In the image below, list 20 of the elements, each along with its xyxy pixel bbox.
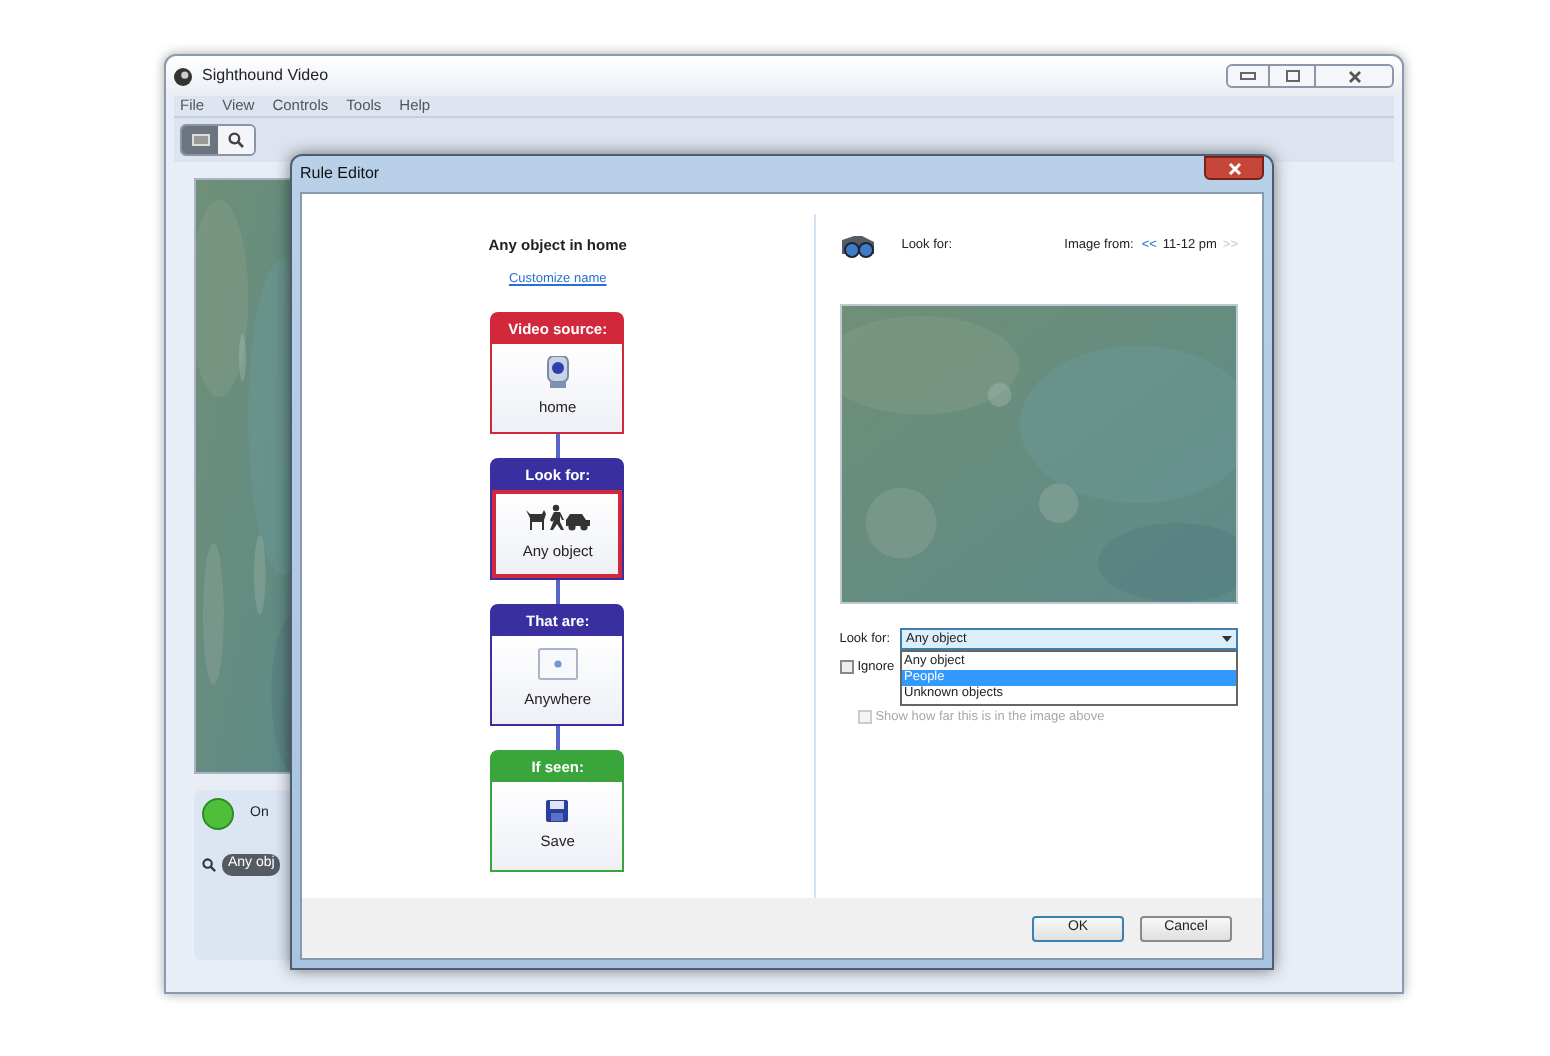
search-button[interactable] <box>218 126 254 154</box>
maximize-button[interactable] <box>1270 64 1314 88</box>
window-title: Sighthound Video <box>202 64 329 88</box>
monitor-icon <box>191 134 209 146</box>
ignore-checkbox[interactable] <box>839 660 854 675</box>
binoculars-icon <box>839 234 876 258</box>
dialog-title: Rule Editor <box>300 162 380 186</box>
dropdown-arrow-icon <box>1222 636 1232 642</box>
status-light[interactable] <box>202 798 234 830</box>
app-logo-icon <box>174 67 192 85</box>
close-button[interactable] <box>1314 64 1394 88</box>
dog-person-car-icon <box>523 504 592 533</box>
close-icon <box>1227 161 1241 175</box>
search-icon <box>228 132 244 148</box>
search-icon <box>202 857 216 872</box>
minimize-button[interactable] <box>1226 64 1270 88</box>
close-icon <box>1347 69 1361 83</box>
webcam-icon <box>545 356 570 389</box>
close-button[interactable] <box>1204 156 1264 180</box>
region-icon <box>537 648 578 681</box>
